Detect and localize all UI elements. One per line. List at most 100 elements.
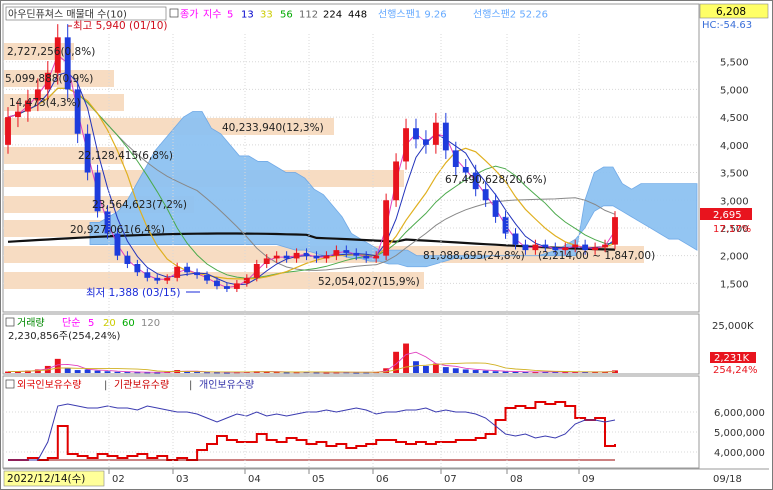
volume-bar	[482, 370, 489, 373]
candle-body	[283, 255, 290, 259]
candle-body	[343, 250, 350, 253]
candle-body	[124, 255, 131, 264]
volume-legend-60[interactable]: 60	[122, 318, 135, 329]
candle-body	[114, 233, 121, 256]
month-tick-label: 06	[376, 474, 389, 485]
legend-index[interactable]: 지수	[203, 9, 221, 21]
last-change-value: 17.17%	[713, 224, 751, 235]
volume-bar	[413, 361, 419, 373]
price-tick-label: 1,500	[720, 279, 749, 290]
candle-body	[422, 139, 429, 145]
volume-bar	[104, 371, 111, 373]
candle-body	[393, 161, 400, 201]
profile-label-8: 20,927,061(6,4%)	[70, 224, 165, 236]
candle-body	[373, 255, 380, 259]
volume-bar	[432, 363, 439, 373]
price-axis: 5,5005,0004,5004,0003,5003,0002,5002,000…	[720, 58, 749, 291]
stock-chart[interactable]: 아우딘퓨쳐스 매물대 수(10) 종가 지수 5 13 33 56 112 22…	[0, 0, 773, 490]
candle-body	[184, 266, 191, 273]
candle-body	[403, 128, 409, 162]
volume-bar	[502, 371, 509, 373]
start-date: 2022/12/14(수)	[7, 473, 85, 485]
legend-checkbox[interactable]	[169, 8, 179, 18]
holdings-axis: 6,000,000 5,000,000 4,000,000	[714, 408, 765, 459]
volume-bar	[452, 368, 459, 373]
holdings-legend-individual[interactable]: 개인보유수량	[199, 379, 254, 391]
candle-body	[313, 255, 320, 259]
price-tick-label: 4,500	[720, 113, 749, 124]
last-volume-value: 2,231K	[714, 353, 750, 364]
holdings-legend-checkbox[interactable]	[5, 379, 15, 389]
volume-bar	[64, 368, 71, 373]
legend-span2[interactable]: 선행스팬2 52.26	[473, 9, 548, 21]
candle-body	[413, 128, 419, 140]
profile-label-10: 52,054,027(15,9%)	[318, 276, 420, 288]
legend-close[interactable]: 종가	[180, 9, 198, 21]
candle-body	[542, 244, 549, 248]
price-tick-label: 3,000	[720, 196, 749, 207]
candle-body	[363, 255, 370, 259]
legend-ma13[interactable]: 13	[241, 10, 254, 21]
recent-range-label: (2,214,00 ~ 1,847,00)	[538, 250, 655, 262]
candle-body	[223, 286, 230, 289]
profile-label-2: 5,099,888(0,9%)	[5, 73, 93, 85]
profile-label-6: 67,490,628(20,6%)	[445, 174, 547, 186]
volume-legend-simple[interactable]: 단순	[62, 317, 80, 329]
volume-bar	[472, 370, 479, 373]
candle-body	[512, 233, 519, 245]
candle-body	[333, 250, 340, 256]
candle-body	[442, 122, 449, 151]
holdings-legend-foreign[interactable]: 외국인보유수량	[17, 379, 81, 391]
stock-title: 아우딘퓨쳐스 매물대 수(10)	[8, 9, 127, 21]
candle-body	[572, 244, 579, 248]
holdings-legend-institution[interactable]: 기관보유수량	[114, 379, 169, 391]
legend-ma448[interactable]: 448	[348, 10, 367, 21]
month-tick-label: 07	[444, 474, 457, 485]
month-tick-label: 09	[582, 474, 595, 485]
volume-legend-name[interactable]: 거래량	[17, 317, 45, 329]
price-tick-label: 4,000	[720, 141, 749, 152]
legend-ma224[interactable]: 224	[323, 10, 342, 21]
legend-ma33[interactable]: 33	[260, 10, 273, 21]
high-annotation: 최고 5,940 (01/10)	[73, 20, 168, 32]
legend-ma5[interactable]: 5	[227, 10, 233, 21]
end-date: 09/18	[713, 474, 742, 485]
month-tick-label: 05	[312, 474, 325, 485]
right-axis	[700, 4, 770, 468]
volume-legend-5[interactable]: 5	[88, 318, 94, 329]
holdings-legend: 외국인보유수량 | 기관보유수량 | 개인보유수량	[5, 379, 254, 391]
candle-body	[194, 272, 201, 276]
volume-legend-120[interactable]: 120	[141, 318, 160, 329]
profile-label-4: 40,233,940(12,3%)	[222, 122, 324, 134]
legend-ma56[interactable]: 56	[280, 10, 293, 21]
candle-body	[5, 117, 11, 145]
price-tick-label: 2,000	[720, 252, 749, 263]
profile-label-1: 2,727,256(0,8%)	[7, 46, 95, 58]
candle-body	[253, 263, 260, 278]
candle-body	[462, 167, 469, 173]
holdings-tick-label: 4,000,000	[714, 448, 765, 459]
candle-body	[263, 258, 270, 264]
volume-bar	[74, 370, 81, 373]
volume-bar	[403, 343, 409, 373]
current-price-value: 6,208	[716, 6, 746, 18]
volume-bar	[462, 369, 469, 373]
candle-body	[233, 283, 240, 289]
volume-legend-checkbox[interactable]	[5, 317, 15, 327]
profile-label-9: 81,088,695(24,8%)	[423, 250, 525, 262]
volume-bar	[492, 371, 499, 373]
volume-axis-tick: 25,000K	[712, 321, 754, 332]
legend-span1[interactable]: 선행스팬1 9.26	[378, 9, 447, 21]
candle-body	[214, 280, 220, 287]
month-tick-label: 03	[176, 474, 189, 485]
holdings-legend-sep1: |	[104, 380, 107, 391]
holdings-tick-label: 5,000,000	[714, 428, 765, 439]
candle-body	[452, 150, 459, 167]
candle-body	[164, 277, 171, 281]
holdings-tick-label: 6,000,000	[714, 408, 765, 419]
legend-ma112[interactable]: 112	[299, 10, 318, 21]
candle-body	[353, 252, 360, 256]
last-price-value: 2,695	[713, 210, 742, 221]
candle-body	[502, 216, 509, 234]
price-tick-label: 5,000	[720, 85, 749, 96]
